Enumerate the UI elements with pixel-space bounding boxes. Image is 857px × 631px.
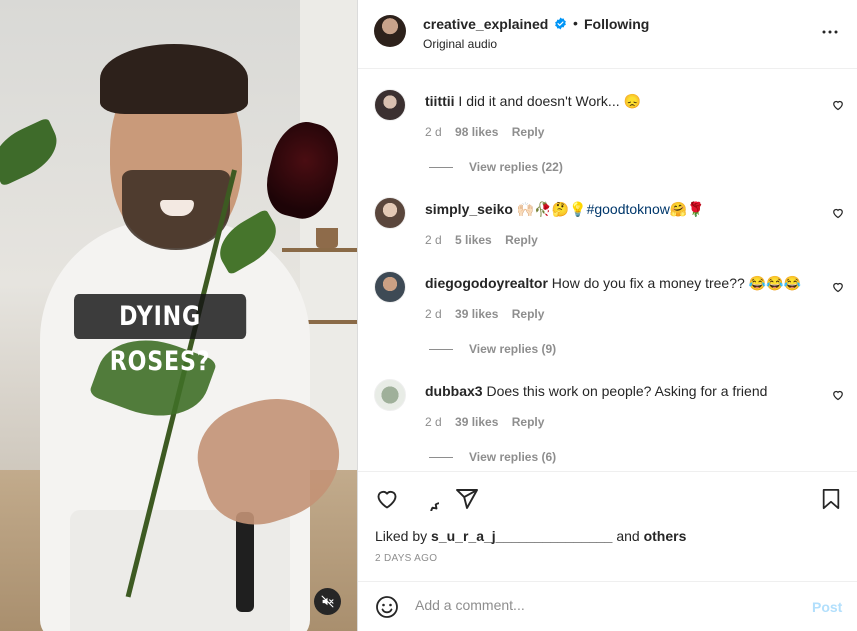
comment-likes[interactable]: 5 likes xyxy=(455,233,492,247)
liked-prefix: Liked by xyxy=(375,528,432,544)
comment-text: tiittii I did it and doesn't Work... 😞 xyxy=(425,92,825,110)
comment-likes[interactable]: 39 likes xyxy=(455,415,498,429)
post-details-panel: creative_explained • Following Original … xyxy=(357,0,857,631)
comment-meta: 2 d 98 likes Reply xyxy=(425,125,554,139)
comment-body: 🙌🏻🥀🤔💡 xyxy=(512,201,587,217)
reply-button[interactable]: Reply xyxy=(512,307,545,321)
liked-others-link[interactable]: others xyxy=(644,528,687,544)
view-replies-button[interactable]: View replies (9) xyxy=(429,342,556,356)
commenter-username[interactable]: diegogodoyrealtor xyxy=(425,275,548,291)
liked-user-link[interactable]: s_u_r_a_j_______________ xyxy=(431,528,612,544)
view-replies-label: View replies (22) xyxy=(469,160,563,174)
reply-button[interactable]: Reply xyxy=(512,415,545,429)
view-replies-button[interactable]: View replies (22) xyxy=(429,160,563,174)
comment-meta: 2 d 39 likes Reply xyxy=(425,307,554,321)
header-separator: • xyxy=(573,15,578,31)
following-button[interactable]: Following xyxy=(584,16,649,32)
post-header: creative_explained • Following Original … xyxy=(358,0,857,69)
heart-icon[interactable] xyxy=(832,207,844,219)
share-send-icon[interactable] xyxy=(455,487,479,511)
comment-time[interactable]: 2 d xyxy=(425,415,442,429)
commenter-avatar[interactable] xyxy=(374,379,406,411)
background-leaf xyxy=(0,117,67,187)
comment-text: dubbax3 Does this work on people? Asking… xyxy=(425,382,825,400)
reply-button[interactable]: Reply xyxy=(505,233,538,247)
heart-icon[interactable] xyxy=(832,99,844,111)
like-heart-icon[interactable] xyxy=(374,487,400,511)
comment-text: diegogodoyrealtor How do you fix a money… xyxy=(425,274,825,292)
post-actions: Liked by s_u_r_a_j_______________ and ot… xyxy=(358,471,857,581)
comment-likes[interactable]: 98 likes xyxy=(455,125,498,139)
background-shelf xyxy=(282,248,357,252)
comment-likes[interactable]: 39 likes xyxy=(455,307,498,321)
reel-video[interactable]: DYING ROSES? xyxy=(0,0,357,631)
comment-time[interactable]: 2 d xyxy=(425,125,442,139)
replies-divider xyxy=(429,456,453,458)
author-username[interactable]: creative_explained xyxy=(423,16,548,32)
replies-divider xyxy=(429,166,453,168)
person-pants xyxy=(70,510,290,631)
commenter-avatar[interactable] xyxy=(374,271,406,303)
hashtag-link[interactable]: #goodtoknow xyxy=(587,201,670,217)
video-caption: DYING ROSES? xyxy=(74,294,247,377)
commenter-avatar[interactable] xyxy=(374,197,406,229)
view-replies-label: View replies (9) xyxy=(469,342,557,356)
commenter-username[interactable]: simply_seiko xyxy=(425,201,513,217)
verified-badge-icon xyxy=(555,17,566,30)
comments-list[interactable]: tiittii I did it and doesn't Work... 😞 2… xyxy=(358,69,857,471)
comment-bubble-icon[interactable] xyxy=(415,487,439,511)
comment-text: simply_seiko 🙌🏻🥀🤔💡#goodtoknow🤗🌹 xyxy=(425,200,825,218)
more-horizontal-icon[interactable] xyxy=(821,23,839,41)
view-replies-button[interactable]: View replies (6) xyxy=(429,450,556,464)
commenter-avatar[interactable] xyxy=(374,89,406,121)
emoji-icon[interactable] xyxy=(375,595,399,619)
commenter-username[interactable]: tiittii xyxy=(425,93,455,109)
author-avatar[interactable] xyxy=(374,15,406,47)
post-date[interactable]: 2 DAYS AGO xyxy=(375,553,437,564)
mute-button[interactable] xyxy=(314,588,341,615)
comment-body: I did it and doesn't Work... 😞 xyxy=(454,93,641,109)
add-comment-bar: Post xyxy=(358,581,857,631)
comment-input[interactable] xyxy=(415,597,785,613)
comment-time[interactable]: 2 d xyxy=(425,233,442,247)
comment-time[interactable]: 2 d xyxy=(425,307,442,321)
heart-icon[interactable] xyxy=(832,389,844,401)
bookmark-icon[interactable] xyxy=(820,487,842,511)
person-pants-stripe xyxy=(236,512,254,612)
comment-meta: 2 d 5 likes Reply xyxy=(425,233,548,247)
reply-button[interactable]: Reply xyxy=(512,125,545,139)
commenter-username[interactable]: dubbax3 xyxy=(425,383,483,399)
comment-body: Does this work on people? Asking for a f… xyxy=(482,383,768,399)
person-hair xyxy=(100,44,248,114)
liked-by-text: Liked by s_u_r_a_j_______________ and ot… xyxy=(375,528,686,544)
person-mouth xyxy=(160,200,194,216)
post-button[interactable]: Post xyxy=(812,599,842,615)
liked-mid: and xyxy=(612,528,644,544)
speaker-muted-icon xyxy=(321,595,334,608)
comment-meta: 2 d 39 likes Reply xyxy=(425,415,554,429)
audio-link[interactable]: Original audio xyxy=(423,37,497,51)
background-plant xyxy=(316,228,338,248)
view-replies-label: View replies (6) xyxy=(469,450,557,464)
comment-body: How do you fix a money tree?? 😂😂😂 xyxy=(547,275,801,291)
heart-icon[interactable] xyxy=(832,281,844,293)
comment-body-end: 🤗🌹 xyxy=(669,201,705,217)
replies-divider xyxy=(429,348,453,350)
